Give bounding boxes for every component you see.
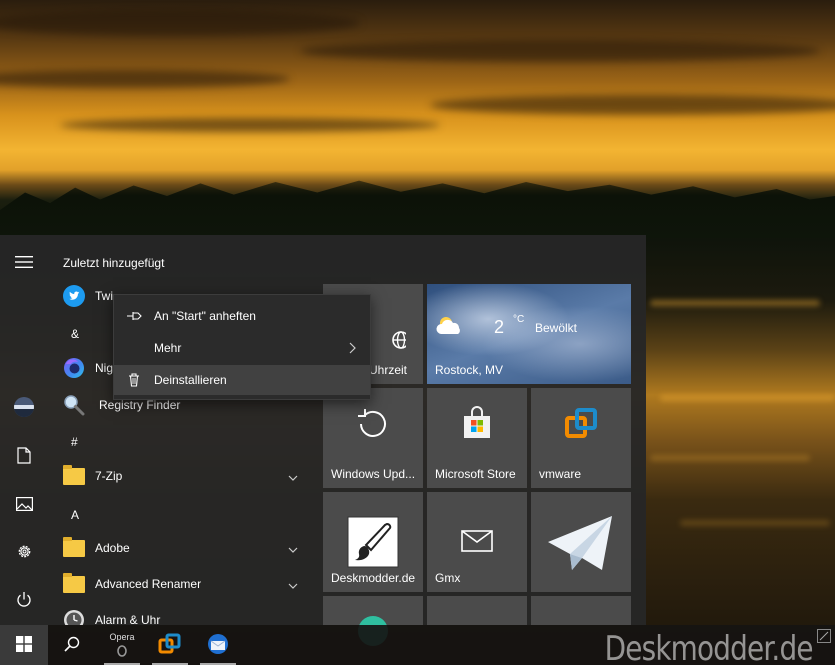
tile-label: Windows Upd... [331, 467, 416, 481]
wallpaper-reflection [660, 395, 835, 401]
windows-logo-icon [16, 635, 32, 655]
opera-label: Opera [109, 632, 135, 642]
weather-location: Rostock, MV [435, 363, 504, 377]
power-button[interactable] [0, 581, 48, 621]
vmware-icon [531, 406, 631, 442]
app-label: Nig [95, 361, 114, 375]
firefox-nightly-icon [62, 356, 86, 380]
taskbar-thunderbird[interactable] [194, 625, 242, 665]
telegram-plane-icon [531, 512, 631, 574]
twitter-icon [62, 284, 86, 308]
hamburger-icon [15, 255, 33, 272]
tile-label: Microsoft Store [435, 467, 516, 481]
opera-icon [117, 645, 127, 660]
tile-windows-update[interactable]: Windows Upd... [323, 388, 423, 488]
pictures-button[interactable] [0, 485, 48, 525]
chevron-down-icon[interactable] [288, 470, 298, 484]
wallpaper-reflection [650, 300, 820, 306]
letter-header-a[interactable]: A [71, 508, 79, 522]
search-button[interactable] [48, 625, 96, 665]
vmware-icon [158, 632, 182, 659]
folder-icon [62, 536, 86, 560]
refresh-icon [323, 406, 423, 442]
folder-icon [62, 464, 86, 488]
tile-deskmodder[interactable]: Deskmodder.de [323, 492, 423, 592]
tile-microsoft-store[interactable]: Microsoft Store [427, 388, 527, 488]
context-item-label: Deinstallieren [154, 373, 227, 387]
alarm-clock-icon [62, 608, 86, 625]
tile-label: Deskmodder.de [331, 571, 416, 585]
search-icon [64, 636, 80, 655]
context-item-label: Mehr [154, 341, 182, 355]
recently-added-heading: Zuletzt hinzugefügt [63, 256, 165, 270]
app-label: Advanced Renamer [95, 577, 202, 591]
context-item-uninstall[interactable]: Deinstallieren [114, 365, 370, 395]
wallpaper-cloud [430, 95, 835, 115]
tile-label: Gmx [435, 571, 461, 585]
app-item-7zip[interactable]: 7-Zip [48, 459, 310, 493]
tile-label: vmware [539, 467, 582, 481]
chevron-right-icon [349, 342, 356, 357]
user-avatar-icon [13, 396, 35, 421]
gear-icon [16, 543, 33, 563]
tile-gmx[interactable]: Gmx [427, 492, 527, 592]
weather-unit: °C [513, 314, 525, 325]
weather-temperature: 2 [494, 317, 505, 337]
context-item-more[interactable]: Mehr [114, 333, 370, 363]
picture-icon [15, 496, 33, 514]
tile-weather[interactable]: 2 °C Bewölkt Rostock, MV [427, 284, 631, 384]
app-label: Alarm & Uhr [95, 613, 161, 625]
app-item-alarm[interactable]: Alarm & Uhr [48, 603, 310, 625]
tile-partial-2[interactable] [427, 596, 527, 625]
app-label: Adobe [95, 541, 130, 555]
wallpaper-reflection [680, 520, 830, 526]
tile-telegram[interactable] [531, 492, 631, 592]
thunderbird-icon [206, 632, 230, 659]
hamburger-menu-button[interactable] [0, 243, 48, 283]
tile-vmware[interactable]: vmware [531, 388, 631, 488]
context-item-pin-to-start[interactable]: An "Start" anheften [114, 301, 370, 331]
app-label: Registry Finder [99, 398, 181, 412]
wallpaper-cloud [60, 118, 440, 132]
chevron-down-icon[interactable] [288, 542, 298, 556]
context-menu: An "Start" anheften Mehr Deinstallieren [113, 294, 371, 400]
app-item-advanced-renamer[interactable]: Advanced Renamer [48, 567, 310, 601]
wallpaper-treeline [0, 180, 835, 238]
documents-button[interactable] [0, 437, 48, 477]
folder-icon [62, 572, 86, 596]
tile-partial-1[interactable] [323, 596, 423, 646]
letter-header-amp[interactable]: & [71, 327, 79, 341]
wallpaper-cloud [0, 70, 290, 88]
magnifier-icon [62, 393, 86, 417]
start-rail [0, 235, 48, 625]
tile-partial-3[interactable] [531, 596, 631, 625]
context-item-label: An "Start" anheften [154, 309, 256, 323]
cloud-sun-icon [435, 314, 465, 339]
wallpaper-cloud [0, 10, 360, 36]
trash-icon [114, 373, 154, 387]
paintbrush-icon [323, 516, 423, 568]
store-bag-icon [427, 406, 527, 440]
app-item-adobe[interactable]: Adobe [48, 531, 310, 565]
settings-button[interactable] [0, 533, 48, 573]
show-desktop-icon[interactable] [817, 629, 831, 643]
document-icon [17, 447, 31, 467]
start-button[interactable] [0, 625, 48, 665]
wallpaper-cloud [300, 40, 820, 62]
letter-header-hash[interactable]: # [71, 435, 78, 449]
power-icon [16, 591, 32, 611]
taskbar-vmware[interactable] [146, 625, 194, 665]
chevron-down-icon[interactable] [288, 578, 298, 592]
weather-condition: Bewölkt [535, 321, 578, 335]
app-label: Twi [95, 289, 113, 303]
pin-icon [114, 310, 154, 322]
app-label: 7-Zip [95, 469, 123, 483]
mail-envelope-icon [427, 530, 527, 552]
user-account-button[interactable] [0, 388, 48, 428]
taskbar-opera[interactable]: Opera [98, 625, 146, 665]
wallpaper-reflection [650, 455, 810, 461]
watermark-text: Deskmodder.de [604, 629, 814, 665]
